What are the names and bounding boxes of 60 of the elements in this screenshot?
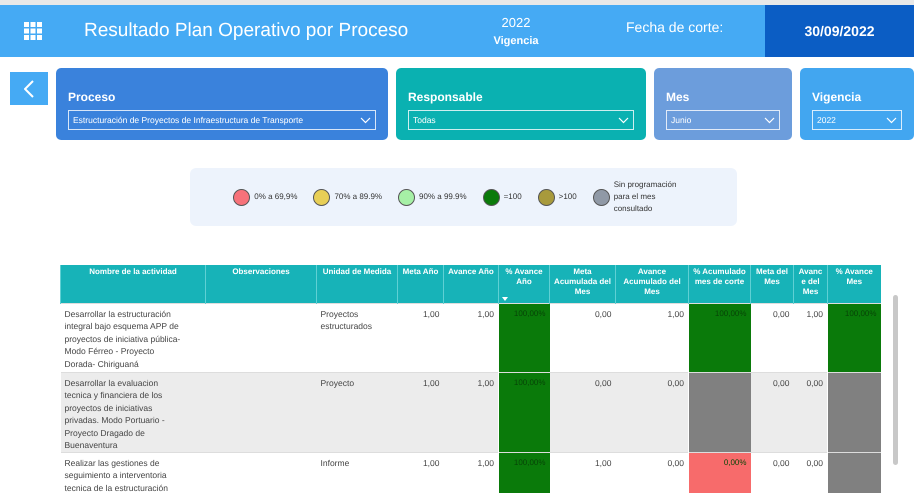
year-label: Vigencia — [493, 34, 539, 48]
filter-dropdown[interactable]: Junio — [666, 110, 780, 130]
column-header[interactable]: Nombre de la actividad — [60, 265, 206, 303]
activity-cell: Desarrollar la estructuración integral bajo esquema APP de proyectos de iniciativa pública- Modo Férreo - Proyecto Dorada- Chiriguaná — [60, 303, 206, 372]
sort-arrow-icon — [502, 296, 508, 300]
filter-dropdown[interactable]: 2022 — [812, 110, 902, 130]
column-header[interactable]: Meta Acumulada del Mes — [550, 265, 616, 303]
column-header[interactable]: % Avance Mes — [828, 265, 880, 303]
cutoff-date: 30/09/2022 — [804, 22, 875, 40]
number-cell: 0,00 — [750, 303, 794, 372]
number-cell: 0,00 — [616, 372, 688, 452]
number-cell: 0,00 — [794, 372, 828, 452]
number-cell: 1,00 — [794, 303, 828, 372]
chevron-down-icon — [618, 116, 629, 124]
number-cell: 1,00 — [616, 303, 688, 372]
unit-cell: Proyectos estructurados — [316, 303, 398, 372]
column-header[interactable]: Avance Acumulado del Mes — [616, 265, 688, 303]
year-value: 2022 — [502, 14, 530, 32]
filter-label: Mes — [666, 89, 690, 106]
number-cell: 0,00 — [750, 452, 794, 493]
legend-label: 70% a 89.9% — [334, 191, 382, 203]
column-header[interactable]: Meta Año — [398, 265, 444, 303]
number-cell: 1,00 — [398, 372, 444, 452]
column-header[interactable]: % Acumulado mes de corte — [688, 265, 750, 303]
column-header[interactable]: Avance Año — [444, 265, 498, 303]
legend-label: Sin programación para el mes consultado — [614, 179, 678, 215]
unit-cell: Proyecto — [316, 372, 398, 452]
activity-cell: Realizar las gestiones de seguimiento a interventoria tecnica de la estructuración — [60, 452, 206, 493]
legend-label: =100 — [504, 191, 522, 203]
filter-dropdown[interactable]: Estructuración de Proyectos de Infraestructura de Transporte — [68, 110, 376, 130]
number-cell: 1,00 — [398, 303, 444, 372]
scrollbar[interactable] — [893, 295, 898, 465]
filter-label: Vigencia — [812, 89, 862, 106]
number-cell: 1,00 — [444, 303, 498, 372]
number-cell: 0,00 — [750, 372, 794, 452]
column-header[interactable]: Observaciones — [206, 265, 316, 303]
page-title: Resultado Plan Operativo por Proceso — [84, 18, 410, 43]
filter-dropdown[interactable]: Todas — [408, 110, 634, 130]
chevron-down-icon — [360, 116, 371, 124]
filter-label: Responsable — [408, 89, 484, 106]
chevron-left-icon — [24, 80, 34, 98]
column-header[interactable]: Unidad de Medida — [316, 265, 398, 303]
number-cell: 1,00 — [550, 452, 616, 493]
column-header[interactable]: Meta del Mes — [750, 265, 794, 303]
chevron-down-icon — [764, 116, 775, 124]
legend-label: >100 — [558, 191, 577, 203]
number-cell: 1,00 — [444, 372, 498, 452]
legend-label: 0% a 69,9% — [254, 191, 298, 203]
cutoff-label: Fecha de corte: — [626, 18, 724, 37]
grid-menu-icon[interactable] — [24, 22, 42, 40]
filter-label: Proceso — [68, 89, 116, 106]
column-header[interactable]: % Avance Año — [498, 265, 550, 303]
chevron-down-icon — [886, 116, 897, 124]
column-header[interactable]: Avanc e del Mes — [794, 265, 828, 303]
back-button[interactable] — [10, 72, 48, 105]
number-cell: 0,00 — [550, 372, 616, 452]
activity-cell: Desarrollar la evaluacion tecnica y financiera de los proyectos de iniciativas privadas. Modo Portuario - Proyecto Dragado de Buenaventura — [60, 372, 206, 452]
status-cell: 0,00% — [688, 452, 750, 493]
number-cell: 0,00 — [550, 303, 616, 372]
legend-label: 90% a 99.9% — [419, 191, 467, 203]
